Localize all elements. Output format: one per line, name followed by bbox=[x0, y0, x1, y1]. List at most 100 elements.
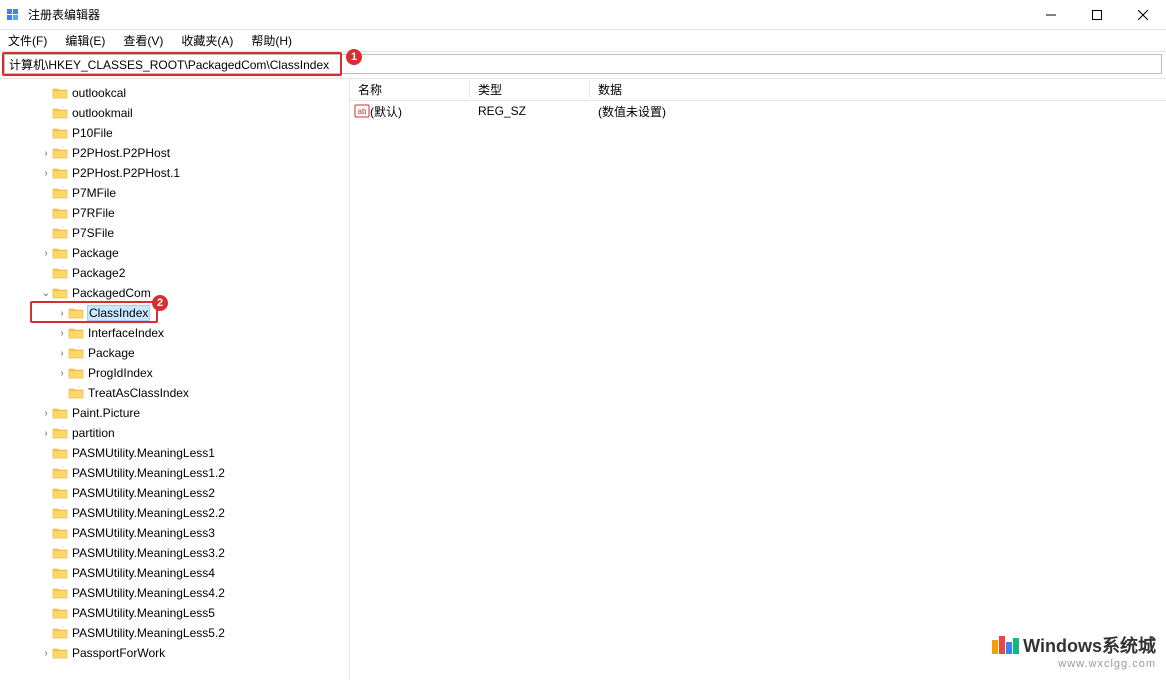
folder-icon bbox=[52, 286, 68, 300]
folder-icon bbox=[52, 406, 68, 420]
tree-item-label: TreatAsClassIndex bbox=[88, 386, 189, 400]
tree-item[interactable]: PASMUtility.MeaningLess5.2 bbox=[0, 623, 349, 643]
values-pane: 名称 类型 数据 ab(默认)REG_SZ(数值未设置) bbox=[350, 79, 1166, 680]
chevron-right-icon[interactable]: › bbox=[40, 148, 52, 159]
tree-item[interactable]: PASMUtility.MeaningLess2 bbox=[0, 483, 349, 503]
tree-item-label: PASMUtility.MeaningLess1.2 bbox=[72, 466, 225, 480]
col-header-type[interactable]: 类型 bbox=[470, 81, 590, 98]
tree-item[interactable]: › P2PHost.P2PHost.1 bbox=[0, 163, 349, 183]
folder-icon bbox=[52, 186, 68, 200]
chevron-right-icon[interactable]: › bbox=[40, 648, 52, 659]
folder-icon bbox=[52, 126, 68, 140]
folder-icon bbox=[52, 446, 68, 460]
values-header: 名称 类型 数据 bbox=[350, 79, 1166, 101]
chevron-down-icon[interactable]: ⌄ bbox=[40, 288, 52, 299]
folder-icon bbox=[68, 306, 84, 320]
tree-item[interactable]: PASMUtility.MeaningLess3 bbox=[0, 523, 349, 543]
tree-item[interactable]: outlookmail bbox=[0, 103, 349, 123]
tree-item-label: PASMUtility.MeaningLess4 bbox=[72, 566, 215, 580]
value-name: (默认) bbox=[370, 103, 470, 120]
tree-item[interactable]: › InterfaceIndex bbox=[0, 323, 349, 343]
tree-item[interactable]: PASMUtility.MeaningLess1.2 bbox=[0, 463, 349, 483]
col-header-name[interactable]: 名称 bbox=[350, 81, 470, 98]
minimize-button[interactable] bbox=[1028, 0, 1074, 29]
tree-item[interactable]: outlookcal bbox=[0, 83, 349, 103]
folder-icon bbox=[52, 486, 68, 500]
tree-item[interactable]: PASMUtility.MeaningLess5 bbox=[0, 603, 349, 623]
content-area: outlookcaloutlookmailP10File›P2PHost.P2P… bbox=[0, 78, 1166, 680]
chevron-right-icon[interactable]: › bbox=[56, 328, 68, 339]
tree-item[interactable]: ›Package bbox=[0, 243, 349, 263]
tree-item[interactable]: ›partition bbox=[0, 423, 349, 443]
tree-item[interactable]: ›Paint.Picture bbox=[0, 403, 349, 423]
tree-pane[interactable]: outlookcaloutlookmailP10File›P2PHost.P2P… bbox=[0, 79, 350, 680]
tree-item[interactable]: P10File bbox=[0, 123, 349, 143]
tree-item[interactable]: ›P2PHost.P2PHost bbox=[0, 143, 349, 163]
maximize-button[interactable] bbox=[1074, 0, 1120, 29]
folder-icon bbox=[52, 566, 68, 580]
folder-icon bbox=[52, 586, 68, 600]
tree-item-label: ProgIdIndex bbox=[88, 366, 153, 380]
tree-item-label: Package bbox=[88, 346, 135, 360]
menu-edit[interactable]: 编辑(E) bbox=[61, 30, 109, 51]
tree-item[interactable]: ›PassportForWork bbox=[0, 643, 349, 663]
menu-file[interactable]: 文件(F) bbox=[4, 30, 51, 51]
folder-icon bbox=[68, 346, 84, 360]
watermark-subtitle: www.wxclgg.com bbox=[992, 658, 1156, 670]
chevron-right-icon[interactable]: › bbox=[56, 348, 68, 359]
tree-item-label: PackagedCom bbox=[72, 286, 151, 300]
svg-text:ab: ab bbox=[358, 107, 367, 116]
menu-favorites[interactable]: 收藏夹(A) bbox=[177, 30, 237, 51]
tree-item-label: PASMUtility.MeaningLess2.2 bbox=[72, 506, 225, 520]
chevron-right-icon[interactable]: › bbox=[56, 308, 68, 319]
chevron-right-icon[interactable]: › bbox=[40, 408, 52, 419]
tree-item[interactable]: › Package bbox=[0, 343, 349, 363]
folder-icon bbox=[52, 166, 68, 180]
tree-item-label: P2PHost.P2PHost.1 bbox=[72, 166, 180, 180]
tree-item-label: PASMUtility.MeaningLess5 bbox=[72, 606, 215, 620]
chevron-right-icon[interactable]: › bbox=[56, 368, 68, 379]
folder-icon bbox=[68, 386, 84, 400]
close-button[interactable] bbox=[1120, 0, 1166, 29]
tree-item[interactable]: › ProgIdIndex bbox=[0, 363, 349, 383]
tree-item-label: PASMUtility.MeaningLess1 bbox=[72, 446, 215, 460]
tree-item[interactable]: PASMUtility.MeaningLess1 bbox=[0, 443, 349, 463]
chevron-right-icon[interactable]: › bbox=[40, 248, 52, 259]
address-bar[interactable]: 计算机\HKEY_CLASSES_ROOT\PackagedCom\ClassI… bbox=[4, 54, 1162, 74]
tree-item[interactable]: Package2 bbox=[0, 263, 349, 283]
tree-item-label: PASMUtility.MeaningLess4.2 bbox=[72, 586, 225, 600]
folder-icon bbox=[52, 146, 68, 160]
watermark-logo-icon bbox=[992, 636, 1019, 654]
tree-item-label: P7MFile bbox=[72, 186, 116, 200]
window-controls bbox=[1028, 0, 1166, 29]
tree-item[interactable]: PASMUtility.MeaningLess4 bbox=[0, 563, 349, 583]
tree-item[interactable]: P7RFile bbox=[0, 203, 349, 223]
value-row[interactable]: ab(默认)REG_SZ(数值未设置) bbox=[350, 101, 1166, 121]
folder-icon bbox=[52, 226, 68, 240]
folder-icon bbox=[68, 326, 84, 340]
folder-icon bbox=[68, 366, 84, 380]
value-type: REG_SZ bbox=[470, 104, 590, 118]
menu-view[interactable]: 查看(V) bbox=[119, 30, 167, 51]
watermark-title: Windows系统城 bbox=[1023, 632, 1156, 658]
tree-item[interactable]: TreatAsClassIndex bbox=[0, 383, 349, 403]
addressbar-container: 计算机\HKEY_CLASSES_ROOT\PackagedCom\ClassI… bbox=[0, 52, 1166, 78]
chevron-right-icon[interactable]: › bbox=[40, 168, 52, 179]
folder-icon bbox=[52, 646, 68, 660]
window-title: 注册表编辑器 bbox=[28, 6, 100, 23]
menu-help[interactable]: 帮助(H) bbox=[247, 30, 296, 51]
tree-item[interactable]: PASMUtility.MeaningLess2.2 bbox=[0, 503, 349, 523]
tree-item[interactable]: ›ClassIndex bbox=[0, 303, 349, 323]
tree-item-label: P7SFile bbox=[72, 226, 114, 240]
regedit-icon bbox=[6, 7, 22, 23]
tree-item[interactable]: P7SFile bbox=[0, 223, 349, 243]
tree-item[interactable]: PASMUtility.MeaningLess3.2 bbox=[0, 543, 349, 563]
chevron-right-icon[interactable]: › bbox=[40, 428, 52, 439]
col-header-data[interactable]: 数据 bbox=[590, 81, 1166, 98]
tree-item-label: Package2 bbox=[72, 266, 125, 280]
tree-item[interactable]: P7MFile bbox=[0, 183, 349, 203]
tree-item[interactable]: ⌄ PackagedCom bbox=[0, 283, 349, 303]
tree-item-label: InterfaceIndex bbox=[88, 326, 164, 340]
tree-item[interactable]: PASMUtility.MeaningLess4.2 bbox=[0, 583, 349, 603]
value-data: (数值未设置) bbox=[590, 103, 1166, 120]
